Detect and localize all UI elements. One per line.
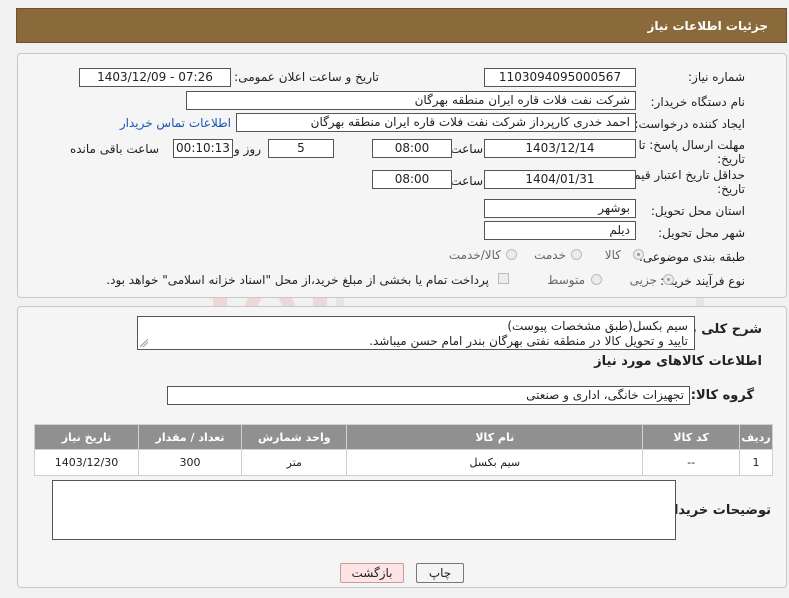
col-quantity-header: تعداد / مقدار <box>137 424 243 450</box>
col-code-header: کد کالا <box>642 424 741 450</box>
general-description-field[interactable]: سیم بکسل(طبق مشخصات پیوست) تایید و تحویل… <box>137 316 695 350</box>
description-line-2: تایید و تحویل کالا در منطقه نفتی بهرگان … <box>369 334 688 348</box>
col-date-header: تاریخ نیاز <box>34 424 139 450</box>
category-goods-service-radio[interactable] <box>506 249 517 260</box>
buyer-org-label: نام دستگاه خریدار: <box>650 95 746 109</box>
col-unit-header: واحد شمارش <box>241 424 348 450</box>
remaining-days-label: روز و <box>234 142 261 156</box>
row-number-cell: 1 <box>739 449 773 476</box>
remaining-time-field[interactable]: 00:10:13 <box>173 139 233 158</box>
remaining-time-label: ساعت باقی مانده <box>69 142 159 156</box>
buyer-org-field[interactable]: شرکت نفت فلات قاره ایران منطقه بهرگان <box>186 91 636 110</box>
back-button[interactable]: بازگشت <box>340 563 404 583</box>
deadline-time-field[interactable]: 08:00 <box>372 139 452 158</box>
province-field[interactable]: بوشهر <box>484 199 636 218</box>
category-service-label: خدمت <box>534 248 566 262</box>
buyer-contact-link[interactable]: اطلاعات تماس خریدار <box>120 116 231 130</box>
need-number-field[interactable]: 1103094095000567 <box>484 68 636 87</box>
category-label: طبقه بندی موضوعی: <box>638 250 745 264</box>
items-table: ردیف کد کالا نام کالا واحد شمارش تعداد /… <box>34 424 773 476</box>
description-line-1: سیم بکسل(طبق مشخصات پیوست) <box>507 319 688 333</box>
item-quantity-cell: 300 <box>137 449 243 476</box>
treasury-payment-checkbox[interactable] <box>498 273 509 284</box>
resize-grip-icon <box>140 339 148 347</box>
process-medium-label: متوسط <box>547 273 585 287</box>
items-table-header: ردیف کد کالا نام کالا واحد شمارش تعداد /… <box>34 424 773 450</box>
remaining-days-field[interactable]: 5 <box>268 139 334 158</box>
goods-group-field[interactable]: تجهیزات خانگی، اداری و صنعتی <box>167 386 690 405</box>
goods-group-label: گروه کالا: <box>690 388 754 403</box>
creator-field[interactable]: احمد خدری کارپرداز شرکت نفت فلات قاره ای… <box>236 113 636 132</box>
deadline-label-line2: تاریخ: <box>717 152 745 166</box>
treasury-payment-note: پرداخت تمام یا بخشی از مبلغ خرید،از محل … <box>106 273 489 287</box>
validity-label-line2: تاریخ: <box>717 182 745 196</box>
deadline-label-line1: مهلت ارسال پاسخ: تا <box>638 138 745 152</box>
buyer-notes-field[interactable] <box>52 480 676 540</box>
print-button[interactable]: چاپ <box>416 563 464 583</box>
category-service-radio[interactable] <box>571 249 582 260</box>
page-header: جزئیات اطلاعات نیاز <box>16 8 787 43</box>
col-name-header: نام کالا <box>346 424 644 450</box>
city-field[interactable]: دیلم <box>484 221 636 240</box>
page-title: جزئیات اطلاعات نیاز <box>647 19 768 33</box>
announce-datetime-label: تاریخ و ساعت اعلان عمومی: <box>234 70 379 84</box>
validity-time-label: ساعت <box>450 174 483 188</box>
province-label: استان محل تحویل: <box>650 204 745 218</box>
process-partial-radio[interactable] <box>663 274 674 285</box>
city-label: شهر محل تحویل: <box>658 226 745 240</box>
buyer-notes-label: توضیحات خریدار: <box>661 503 771 518</box>
announce-datetime-field[interactable]: 1403/12/09 - 07:26 <box>79 68 231 87</box>
item-name-cell: سیم بکسل <box>346 449 644 476</box>
table-row: 1 -- سیم بکسل متر 300 1403/12/30 <box>34 449 773 476</box>
category-goods-radio[interactable] <box>633 249 644 260</box>
creator-label: ایجاد کننده درخواست: <box>634 117 745 131</box>
item-unit-cell: متر <box>241 449 348 476</box>
validity-date-field[interactable]: 1404/01/31 <box>484 170 636 189</box>
items-info-heading: اطلاعات کالاهای مورد نیاز <box>594 354 762 369</box>
item-date-cell: 1403/12/30 <box>34 449 139 476</box>
validity-time-field[interactable]: 08:00 <box>372 170 452 189</box>
col-row-header: ردیف <box>739 424 773 450</box>
deadline-date-field[interactable]: 1403/12/14 <box>484 139 636 158</box>
process-medium-radio[interactable] <box>591 274 602 285</box>
category-goods-service-label: کالا/خدمت <box>448 248 501 262</box>
need-number-label: شماره نیاز: <box>688 70 745 84</box>
deadline-time-label: ساعت <box>450 142 483 156</box>
process-partial-label: جزیی <box>629 273 657 287</box>
item-code-cell: -- <box>642 449 741 476</box>
category-goods-label: کالا <box>604 248 621 262</box>
